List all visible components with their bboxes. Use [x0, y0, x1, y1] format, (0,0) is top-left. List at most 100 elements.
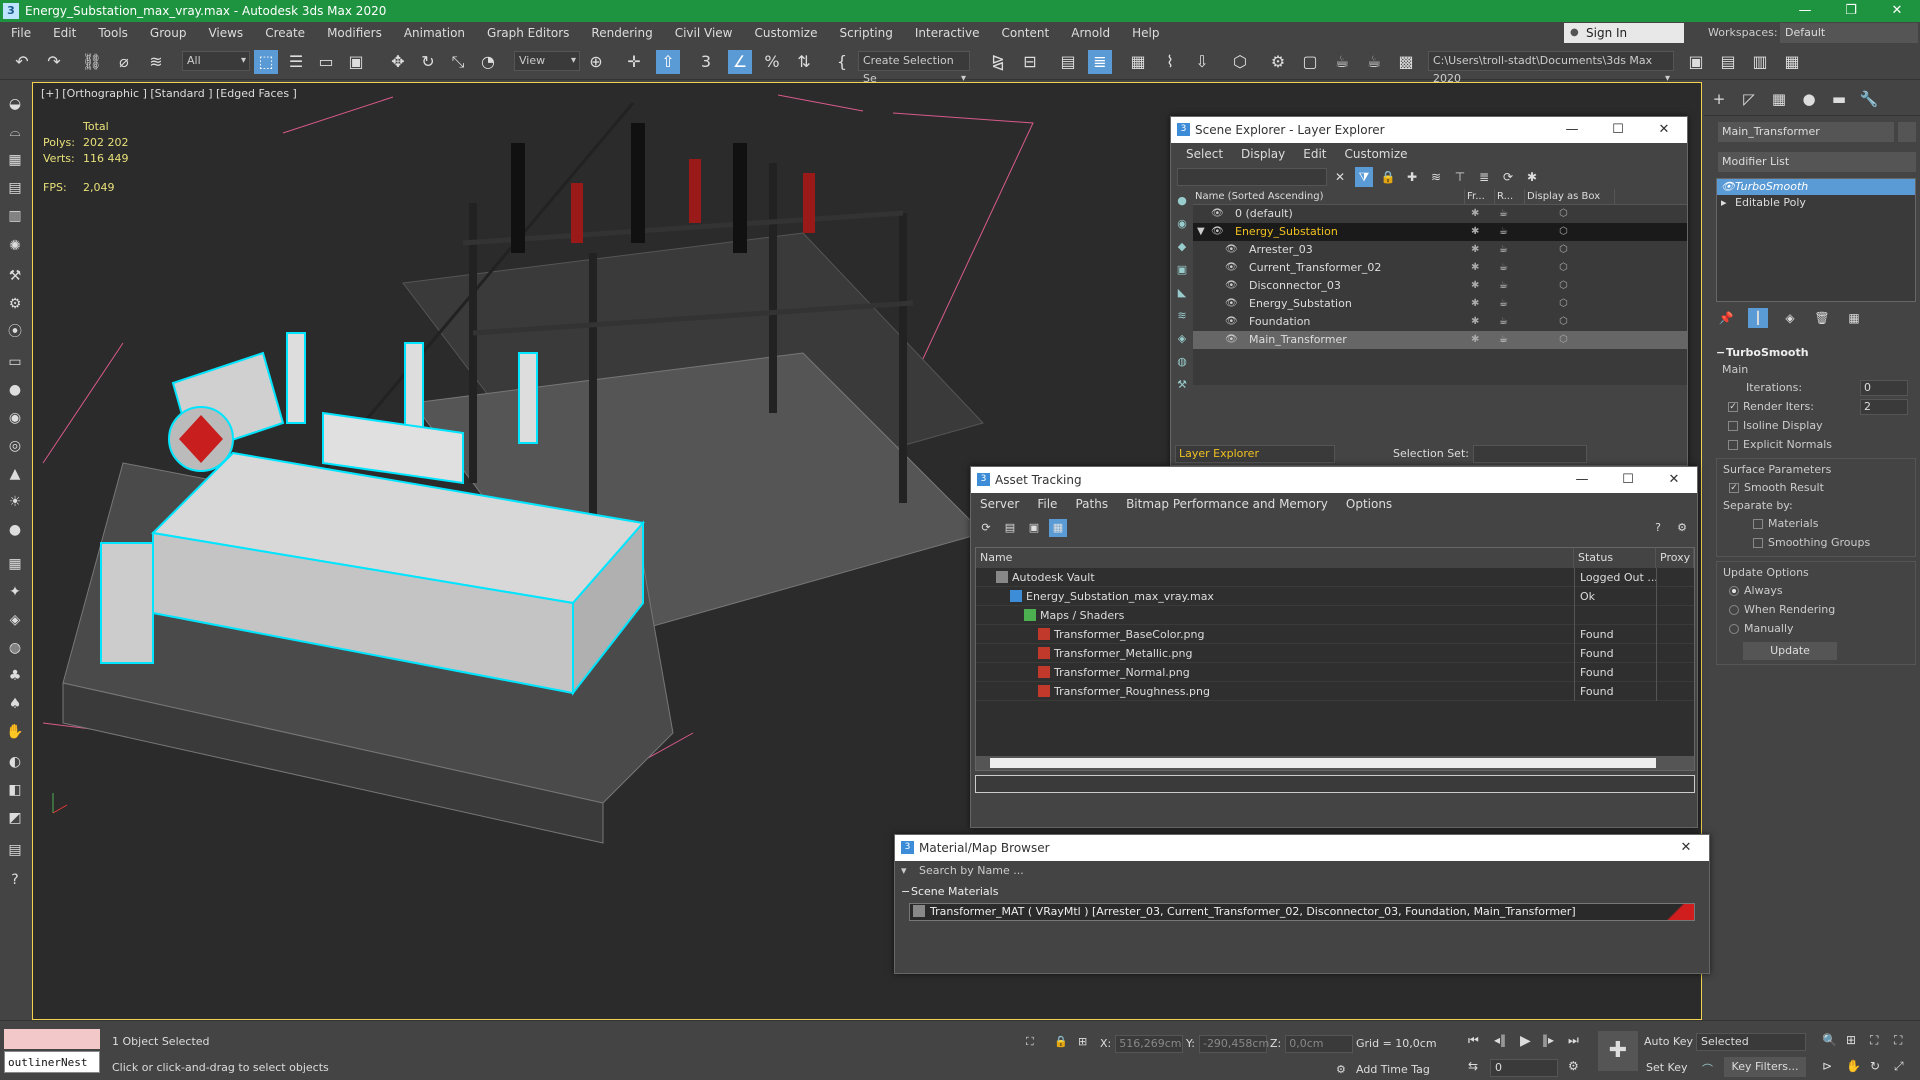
refresh-icon[interactable]: ⟳ — [977, 519, 995, 537]
scrollbar-thumb[interactable] — [990, 758, 1656, 768]
se-menu-select[interactable]: Select — [1177, 147, 1232, 161]
maxscript-listener-output[interactable] — [4, 1029, 100, 1049]
smoothing-groups-checkbox[interactable] — [1753, 537, 1763, 548]
eye-icon[interactable]: 👁 — [1225, 259, 1238, 277]
box-icon[interactable]: ⬡ — [1559, 313, 1568, 331]
list-icon[interactable]: ▤ — [1001, 519, 1019, 537]
asset-row[interactable]: Transformer_Normal.png Found — [976, 663, 1694, 682]
current-frame-spinner[interactable]: 0 — [1490, 1059, 1558, 1077]
systems-icon[interactable]: ⚙ — [5, 294, 25, 314]
pan-icon[interactable]: ✋ — [1846, 1059, 1861, 1073]
create-lights-icon[interactable]: ▦ — [5, 150, 25, 170]
freeze-icon[interactable]: ✱ — [1471, 295, 1479, 313]
asset-tracking-titlebar[interactable]: 3 Asset Tracking — ☐ ✕ — [971, 467, 1697, 493]
asset-row[interactable]: Energy_Substation_max_vray.max Ok — [976, 587, 1694, 606]
camera-icon[interactable]: ⦿ — [5, 322, 25, 342]
reference-coord-system[interactable]: View — [514, 51, 580, 71]
menu-create[interactable]: Create — [254, 26, 316, 40]
key-tangent-icon[interactable]: ⌒ — [1702, 1061, 1713, 1077]
scene-explorer-titlebar[interactable]: 3 Scene Explorer - Layer Explorer — ☐ ✕ — [1171, 117, 1687, 143]
asset-row[interactable]: Transformer_BaseColor.png Found — [976, 625, 1694, 644]
filter-icon[interactable]: ⧩ — [1355, 167, 1373, 187]
tree-row[interactable]: 👁 Current_Transformer_02 ✱ ☕ ⬡ — [1193, 259, 1687, 277]
rendered-frame-window-icon[interactable]: ▢ — [1298, 50, 1322, 74]
freeze-icon[interactable]: ✱ — [1471, 259, 1479, 277]
vray-light-icon[interactable]: ◩ — [5, 808, 25, 828]
minimize-icon[interactable]: — — [1782, 0, 1828, 22]
workspaces-select[interactable]: Default — [1780, 23, 1918, 43]
geosphere-icon[interactable]: ◉ — [5, 408, 25, 428]
render-icon[interactable]: ☕ — [1499, 277, 1508, 295]
particles-icon[interactable]: ✦ — [5, 582, 25, 602]
utilities-tab-icon[interactable]: 🔧 — [1854, 82, 1884, 115]
box-icon[interactable]: ⬡ — [1559, 241, 1568, 259]
box-icon[interactable]: ⬡ — [1559, 259, 1568, 277]
maximize-icon[interactable]: ☐ — [1605, 467, 1651, 493]
angle-snap-icon[interactable]: ∠ — [728, 50, 752, 74]
configure-sets-icon[interactable]: ▦ — [1844, 308, 1864, 328]
display-tab-icon[interactable]: ▬ — [1824, 82, 1854, 115]
menu-group[interactable]: Group — [139, 26, 198, 40]
key-filters-button[interactable]: Key Filters... — [1724, 1057, 1806, 1077]
teapot-icon[interactable]: ● — [5, 520, 25, 540]
menu-file[interactable]: File — [0, 26, 42, 40]
at-col-status[interactable]: Status — [1574, 548, 1656, 568]
always-radio[interactable] — [1729, 585, 1739, 596]
at-col-proxy[interactable]: Proxy — [1656, 548, 1694, 568]
link-icon[interactable]: ⛓ — [80, 50, 104, 74]
selection-set-dropdown[interactable] — [1473, 445, 1587, 463]
create-cameras-icon[interactable]: ▤ — [5, 178, 25, 198]
asset-row[interactable]: Autodesk Vault Logged Out ... — [976, 568, 1694, 587]
display-helpers-icon[interactable]: ≋ — [1171, 304, 1193, 327]
close-icon[interactable]: ✕ — [1663, 835, 1709, 861]
menu-scripting[interactable]: Scripting — [828, 26, 903, 40]
rect-selection-icon[interactable]: ▭ — [314, 50, 338, 74]
scene-explorer-icon[interactable]: ▤ — [1056, 50, 1080, 74]
freeze-icon[interactable]: ✱ — [1471, 277, 1479, 295]
plane-icon[interactable]: ▭ — [5, 352, 25, 372]
selection-filter[interactable]: All — [182, 51, 250, 71]
minimize-icon[interactable]: — — [1549, 117, 1595, 143]
hierarchy-tab-icon[interactable]: ▦ — [1764, 82, 1794, 115]
snaps-toggle-icon[interactable]: 3 — [694, 50, 718, 74]
render-iterative-icon[interactable]: ☕ — [1362, 50, 1386, 74]
maxscript-mini-listener[interactable]: outlinerNest — [4, 1051, 100, 1073]
eye-icon[interactable]: 👁 — [1225, 295, 1238, 313]
library-icon[interactable]: ▤ — [5, 840, 25, 860]
select-by-name-icon[interactable]: ☰ — [284, 50, 308, 74]
x-field[interactable]: 516,269cm — [1115, 1035, 1184, 1053]
display-cameras-icon[interactable]: ◣ — [1171, 281, 1193, 304]
create-shapes-icon[interactable]: ⌓ — [5, 122, 25, 142]
ribbon-icon[interactable]: ▦ — [1126, 50, 1150, 74]
hair-icon[interactable]: ♣ — [5, 666, 25, 686]
fur-icon[interactable]: ♠ — [5, 694, 25, 714]
spacewarps-icon[interactable]: ⚒ — [5, 266, 25, 286]
render-icon[interactable]: ☕ — [1499, 259, 1508, 277]
cloth-icon[interactable]: ◈ — [5, 610, 25, 630]
when-rendering-radio[interactable] — [1729, 604, 1739, 615]
sun-icon[interactable]: ☀ — [5, 492, 25, 512]
render-icon[interactable]: ☕ — [1499, 223, 1508, 241]
percent-snap-icon[interactable]: % — [760, 50, 784, 74]
select-manipulate-icon[interactable]: ✛ — [622, 50, 646, 74]
vray-sphere-icon[interactable]: ◐ — [5, 752, 25, 772]
cone-icon[interactable]: ▲ — [5, 464, 25, 484]
recent-folder-icon[interactable]: ▦ — [1780, 50, 1804, 74]
menu-modifiers[interactable]: Modifiers — [316, 26, 393, 40]
named-selection-sets[interactable]: Create Selection Se — [858, 51, 970, 88]
render-icon[interactable]: ☕ — [1499, 241, 1508, 259]
stack-item-turbosmooth[interactable]: 👁 TurboSmooth — [1717, 179, 1915, 195]
menu-customize[interactable]: Customize — [743, 26, 828, 40]
se-menu-edit[interactable]: Edit — [1294, 147, 1335, 161]
modifier-list-dropdown[interactable]: Modifier List — [1718, 152, 1916, 172]
asset-row[interactable]: Transformer_Roughness.png Found — [976, 682, 1694, 701]
add-time-tag[interactable]: Add Time Tag — [1356, 1063, 1430, 1076]
select-object-icon[interactable]: ⬚ — [254, 50, 278, 74]
next-frame-icon[interactable]: ‖▸ — [1542, 1033, 1554, 1047]
tree-row[interactable]: 👁 Disconnector_03 ✱ ☕ ⬡ — [1193, 277, 1687, 295]
isoline-checkbox[interactable] — [1728, 420, 1738, 431]
grid-icon[interactable]: ▦ — [5, 554, 25, 574]
box-icon[interactable]: ⬡ — [1559, 277, 1568, 295]
material-search-input[interactable]: Search by Name ... — [895, 861, 1709, 881]
unlink-icon[interactable]: ⌀ — [112, 50, 136, 74]
